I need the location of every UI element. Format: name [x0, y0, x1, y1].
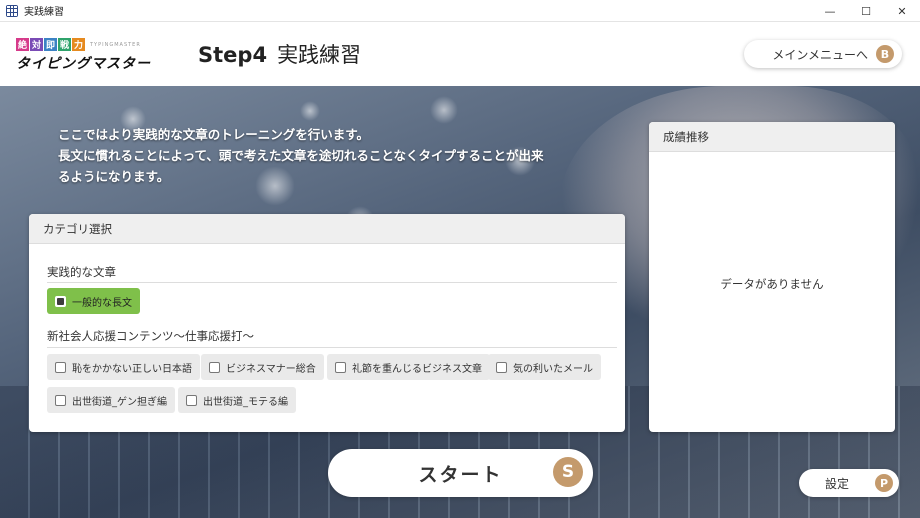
logo-main-text: タイピングマスター	[16, 56, 151, 72]
settings-label: 設定	[824, 476, 849, 491]
intro-line: ここではより実践的な文章のトレーニングを行います。	[58, 127, 370, 142]
window-titlebar: 実践練習 — ☐ ✕	[0, 0, 920, 22]
shortcut-badge-p: P	[875, 474, 893, 492]
category-label: 恥をかかない正しい日本語	[72, 363, 192, 375]
category-checkbox-business-writing[interactable]: 礼節を重んじるビジネス文章	[327, 354, 490, 380]
logo-chars: 絶 対 即 戦 力 TYPINGMASTER	[16, 38, 156, 51]
app-logo: 絶 対 即 戦 力 TYPINGMASTER タイピングマスター	[16, 38, 156, 74]
logo-char: 対	[30, 38, 43, 51]
grade-history-panel: 成績推移 データがありません	[649, 122, 895, 432]
category-checkbox-career-luck[interactable]: 出世街道_ゲン担ぎ編	[47, 387, 175, 413]
checkbox-icon	[55, 361, 66, 373]
step-number: Step4	[198, 43, 268, 67]
settings-button[interactable]: 設定 P	[799, 469, 899, 497]
category-panel-title: カテゴリ選択	[29, 214, 625, 244]
shortcut-badge-s: S	[553, 457, 583, 487]
checkbox-icon	[55, 394, 66, 406]
intro-line: 長文に慣れることによって、頭で考えた文章を途切れることなくタイプすることが出来	[58, 148, 544, 163]
category-checkbox-career-popular[interactable]: 出世街道_モテる編	[178, 387, 296, 413]
start-label: スタート	[418, 463, 503, 486]
category-label: 気の利いたメール	[513, 363, 593, 375]
section-label-newcomer: 新社会人応援コンテンツ〜仕事応援打〜	[47, 329, 254, 343]
checkbox-icon	[186, 394, 197, 406]
section-divider	[47, 347, 617, 348]
category-label: 一般的な長文	[72, 297, 132, 309]
category-checkbox-email[interactable]: 気の利いたメール	[488, 354, 601, 380]
start-button[interactable]: スタート S	[328, 449, 593, 497]
intro-line: るようになります。	[58, 169, 170, 184]
section-label-practical: 実践的な文章	[47, 265, 116, 279]
minimize-button[interactable]: —	[812, 0, 848, 22]
category-label: 出世街道_モテる編	[203, 396, 288, 408]
category-panel: カテゴリ選択 実践的な文章 一般的な長文 新社会人応援コンテンツ〜仕事応援打〜 …	[29, 214, 625, 432]
category-label: ビジネスマナー総合	[226, 363, 316, 375]
checkbox-icon	[209, 361, 220, 373]
main-menu-label: メインメニューへ	[772, 47, 868, 62]
grade-panel-title: 成績推移	[649, 122, 895, 152]
category-checkbox-japanese[interactable]: 恥をかかない正しい日本語	[47, 354, 200, 380]
category-checkbox-general[interactable]: 一般的な長文	[47, 288, 140, 314]
category-label: 礼節を重んじるビジネス文章	[352, 363, 482, 375]
app-grid-icon	[6, 4, 18, 17]
section-divider	[47, 282, 617, 283]
window-title: 実践練習	[24, 7, 64, 18]
intro-text: ここではより実践的な文章のトレーニングを行います。 長文に慣れることによって、頭…	[58, 124, 618, 187]
checkbox-icon	[496, 361, 507, 373]
logo-char: 力	[72, 38, 85, 51]
main-menu-button[interactable]: メインメニューへ B	[744, 40, 902, 68]
logo-subtitle: TYPINGMASTER	[90, 41, 141, 48]
no-data-message: データがありません	[720, 277, 824, 291]
shortcut-badge-b: B	[876, 45, 894, 63]
category-label: 出世街道_ゲン担ぎ編	[72, 396, 167, 408]
close-button[interactable]: ✕	[884, 0, 920, 22]
checkbox-checked-icon	[55, 295, 66, 307]
step-title: 実践練習	[277, 43, 362, 67]
logo-char: 即	[44, 38, 57, 51]
page-title: Step4 実践練習	[198, 39, 361, 69]
logo-char: 戦	[58, 38, 71, 51]
checkbox-icon	[335, 361, 346, 373]
category-checkbox-manners[interactable]: ビジネスマナー総合	[201, 354, 324, 380]
maximize-button[interactable]: ☐	[848, 0, 884, 22]
window-controls: — ☐ ✕	[812, 0, 920, 22]
logo-char: 絶	[16, 38, 29, 51]
